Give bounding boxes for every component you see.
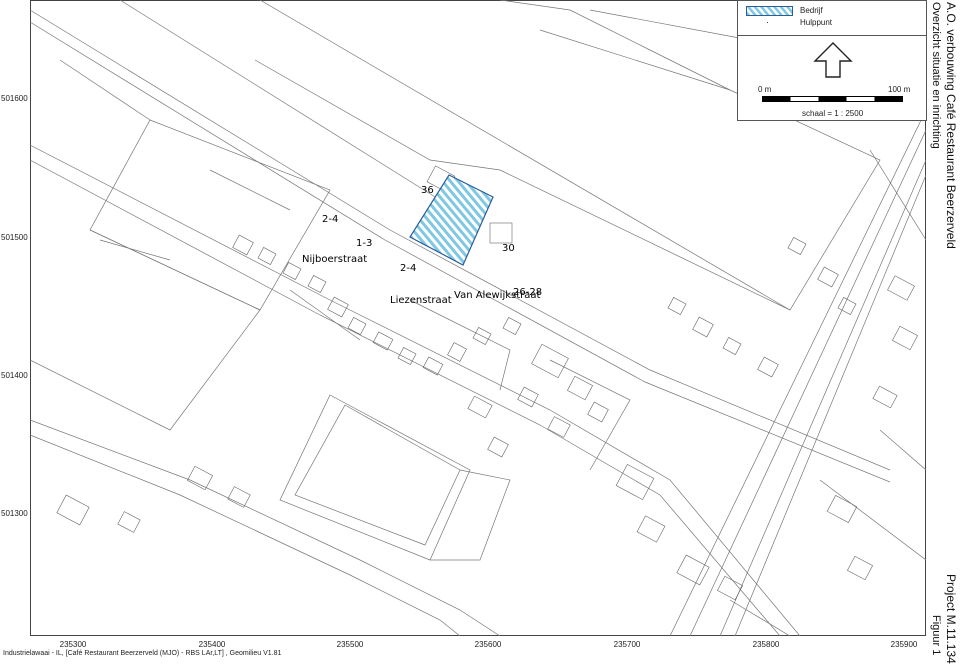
y-tick-501500: 501500 <box>1 233 28 242</box>
bedrijf-swatch <box>746 6 793 16</box>
y-tick-501600: 501600 <box>1 94 28 103</box>
x-tick-235400: 235400 <box>198 640 226 649</box>
x-tick-235500: 235500 <box>336 640 364 649</box>
figure-number: Figuur 1 <box>930 615 942 656</box>
street-label-liezenstraat: Liezenstraat <box>390 295 452 306</box>
y-tick-501400: 501400 <box>1 371 28 380</box>
y-tick-501300: 501300 <box>1 509 28 518</box>
street-label-nijboerstraat: Nijboerstraat <box>302 254 367 265</box>
scale-end-label: 100 m <box>888 85 911 94</box>
footer-text: Industrielawaai - IL, [Café Restaurant B… <box>3 650 282 657</box>
legend-box: Bedrijf · Hulppunt 0 m 100 m schaal = 1 … <box>737 0 927 121</box>
north-arrow-icon <box>813 42 853 78</box>
house-number-26-28: 26-28 <box>513 287 542 298</box>
x-tick-235800: 235800 <box>752 640 780 649</box>
map-subtitle: Overzicht situatie en inrichting <box>930 2 942 149</box>
x-tick-235700: 235700 <box>613 640 641 649</box>
house-number-30: 30 <box>502 243 515 254</box>
x-tick-235300: 235300 <box>59 640 87 649</box>
legend-entries: Bedrijf · Hulppunt <box>738 1 926 36</box>
house-number-2-4-a: 2-4 <box>322 214 338 225</box>
scale-ratio-label: schaal = 1 : 2500 <box>802 109 864 118</box>
title-strip: A.O. verbouwing Café Restaurant Beerzerv… <box>928 0 960 664</box>
house-number-36: 36 <box>421 185 434 196</box>
legend-hulppunt-label: Hulppunt <box>800 18 833 27</box>
house-number-2-4-b: 2-4 <box>400 263 416 274</box>
legend-bedrijf-label: Bedrijf <box>800 6 823 15</box>
map-title: A.O. verbouwing Café Restaurant Beerzerv… <box>944 2 958 249</box>
x-tick-235900: 235900 <box>890 640 918 649</box>
scale-bar <box>762 96 903 102</box>
hulppunt-symbol: · <box>766 17 769 27</box>
project-number: Project M.11.134 <box>944 574 958 664</box>
house-number-1-3: 1-3 <box>356 238 372 249</box>
x-tick-235600: 235600 <box>474 640 502 649</box>
scale-start-label: 0 m <box>758 85 772 94</box>
